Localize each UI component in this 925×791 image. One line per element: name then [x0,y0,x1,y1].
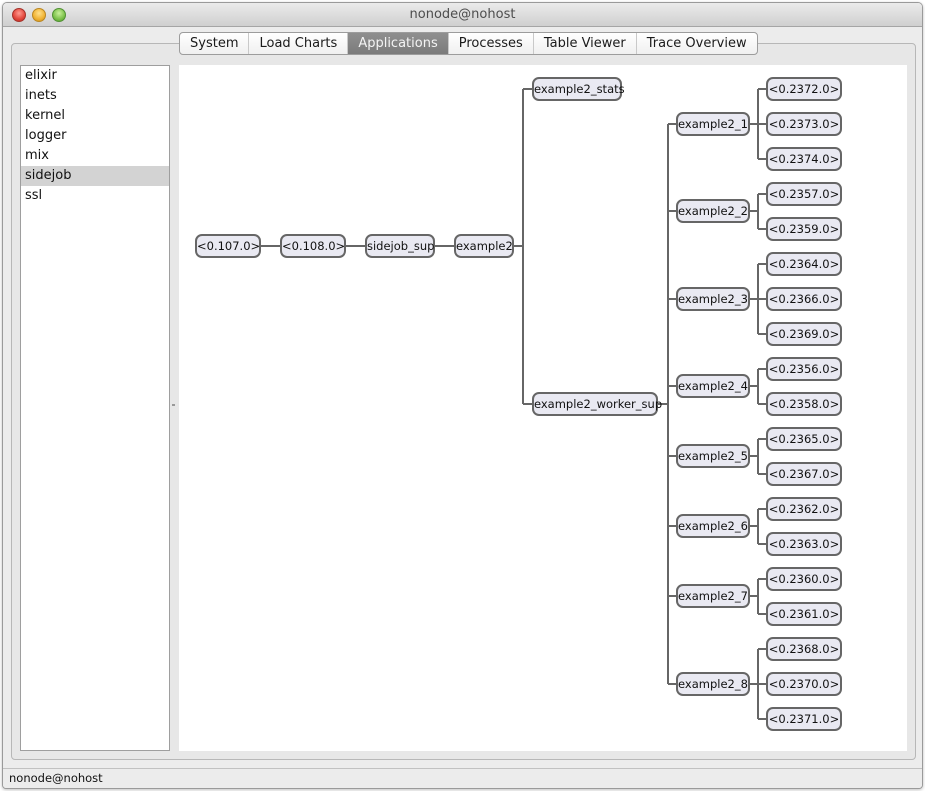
tab-trace-overview[interactable]: Trace Overview [635,33,757,54]
tree-node-0-2358-0[interactable]: <0.2358.0> [766,392,842,416]
tree-node-0-107-0[interactable]: <0.107.0> [195,234,261,258]
list-item-ssl[interactable]: ssl [21,186,169,206]
list-item-sidejob[interactable]: sidejob [21,166,169,186]
tab-load-charts[interactable]: Load Charts [248,33,347,54]
tree-node-example2-2[interactable]: example2_2 [676,199,750,223]
tree-node-0-2368-0[interactable]: <0.2368.0> [766,637,842,661]
tree-node-0-2369-0[interactable]: <0.2369.0> [766,322,842,346]
tree-node-example2-8[interactable]: example2_8 [676,672,750,696]
splitter-handle[interactable] [171,401,175,409]
tree-node-0-2357-0[interactable]: <0.2357.0> [766,182,842,206]
window-title: nonode@nohost [409,7,516,22]
tree-node-0-2373-0[interactable]: <0.2373.0> [766,112,842,136]
list-item-logger[interactable]: logger [21,126,169,146]
tab-bar: System Load Charts Applications Processe… [179,32,758,55]
tree-node-0-2366-0[interactable]: <0.2366.0> [766,287,842,311]
tab-system[interactable]: System [180,33,248,54]
tree-node-0-2362-0[interactable]: <0.2362.0> [766,497,842,521]
list-item-mix[interactable]: mix [21,146,169,166]
tree-node-0-2367-0[interactable]: <0.2367.0> [766,462,842,486]
applications-list[interactable]: elixir inets kernel logger mix sidejob s… [20,65,170,751]
tree-node-example2[interactable]: example2 [454,234,514,258]
tree-node-0-2370-0[interactable]: <0.2370.0> [766,672,842,696]
tree-node-example2-3[interactable]: example2_3 [676,287,750,311]
status-text: nonode@nohost [9,771,103,785]
list-item-inets[interactable]: inets [21,86,169,106]
title-bar: nonode@nohost [3,3,922,27]
main-window: nonode@nohost System Load Charts Applica… [2,2,923,789]
tree-node-0-2361-0[interactable]: <0.2361.0> [766,602,842,626]
tab-table-viewer[interactable]: Table Viewer [532,33,636,54]
list-item-elixir[interactable]: elixir [21,66,169,86]
tree-node-example2-4[interactable]: example2_4 [676,374,750,398]
tree-node-example2-stats[interactable]: example2_stats [532,77,625,101]
tree-node-0-2363-0[interactable]: <0.2363.0> [766,532,842,556]
tree-node-0-2365-0[interactable]: <0.2365.0> [766,427,842,451]
tree-node-example2-worker-sup[interactable]: example2_worker_sup [532,392,662,416]
tree-node-sidejob-sup[interactable]: sidejob_sup [365,234,435,258]
tab-processes[interactable]: Processes [447,33,533,54]
tree-node-0-108-0[interactable]: <0.108.0> [280,234,346,258]
list-item-kernel[interactable]: kernel [21,106,169,126]
tree-node-0-2364-0[interactable]: <0.2364.0> [766,252,842,276]
tree-node-0-2356-0[interactable]: <0.2356.0> [766,357,842,381]
tree-node-0-2372-0[interactable]: <0.2372.0> [766,77,842,101]
tree-node-example2-7[interactable]: example2_7 [676,584,750,608]
supervision-tree-canvas: <0.107.0> <0.108.0> sidejob_sup example2 exa… [179,65,907,751]
status-bar: nonode@nohost [3,768,922,788]
tree-node-0-2374-0[interactable]: <0.2374.0> [766,147,842,171]
tab-applications[interactable]: Applications [347,33,448,54]
tree-node-0-2371-0[interactable]: <0.2371.0> [766,707,842,731]
tree-node-example2-1[interactable]: example2_1 [676,112,750,136]
tree-node-example2-5[interactable]: example2_5 [676,444,750,468]
tree-node-0-2360-0[interactable]: <0.2360.0> [766,567,842,591]
tree-node-0-2359-0[interactable]: <0.2359.0> [766,217,842,241]
tree-node-example2-6[interactable]: example2_6 [676,514,750,538]
